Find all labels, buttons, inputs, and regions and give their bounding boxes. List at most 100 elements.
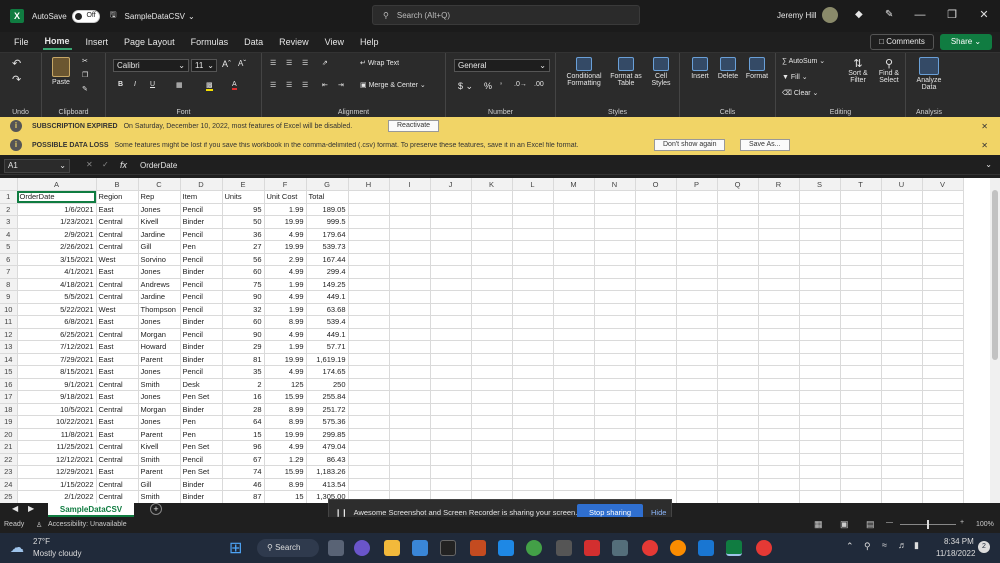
cell[interactable]: 4/1/2021 [17,265,97,279]
cell[interactable]: Central [96,290,139,304]
wifi-icon[interactable]: ≈ [882,540,887,550]
cell[interactable]: 999.5 [306,215,349,229]
cell[interactable] [430,228,472,241]
cell[interactable] [840,490,882,503]
cell[interactable]: East [96,428,139,441]
select-all-corner[interactable] [0,178,18,191]
cell[interactable] [717,203,759,216]
cell[interactable]: East [96,353,139,366]
cell[interactable] [799,428,841,441]
format-as-table-button[interactable]: Format as Table [608,57,644,87]
cell[interactable] [922,478,964,491]
cell[interactable]: 449.1 [306,290,349,304]
cell[interactable] [676,428,718,441]
chrome-profile-icon[interactable] [756,540,772,556]
cell[interactable]: 60 [222,265,265,279]
scrollbar-thumb[interactable] [992,190,998,360]
cell[interactable]: Pencil [180,278,223,291]
cell[interactable]: 179.64 [306,228,349,241]
cell[interactable]: 75 [222,278,265,291]
cell[interactable] [676,465,718,479]
cell[interactable]: 28 [222,403,265,416]
chat-icon[interactable] [354,540,370,556]
cell[interactable]: Binder [180,215,223,229]
cell[interactable] [922,490,964,503]
cell[interactable] [512,340,554,354]
cell[interactable]: Central [96,478,139,491]
cell[interactable] [881,290,923,304]
cell[interactable]: 8.99 [264,478,307,491]
cell[interactable] [635,240,677,254]
cell[interactable] [881,428,923,441]
cell[interactable]: Howard [138,340,181,354]
cell[interactable]: Binder [180,353,223,366]
cell[interactable]: 8/15/2021 [17,365,97,379]
column-header-r[interactable]: R [758,178,800,191]
cell[interactable] [512,378,554,391]
share-button[interactable]: Share ⌄ [940,34,992,50]
cell[interactable]: Kivell [138,440,181,454]
cell[interactable] [594,353,636,366]
percent-icon[interactable]: % [484,81,492,91]
cell[interactable] [840,415,882,429]
cell[interactable] [922,403,964,416]
cell[interactable] [881,440,923,454]
cell[interactable]: 1,183.26 [306,465,349,479]
cell[interactable]: Central [96,328,139,341]
cell[interactable] [512,428,554,441]
cell[interactable] [840,440,882,454]
hide-banner-link[interactable]: Hide [651,508,666,517]
tray-chevron-icon[interactable]: ⌃ [846,541,854,552]
cell[interactable]: 2.99 [264,253,307,266]
cell[interactable] [512,478,554,491]
cell[interactable] [348,278,390,291]
cell[interactable]: 255.84 [306,390,349,404]
cell[interactable] [799,303,841,316]
autosum-button[interactable]: ∑ AutoSum ⌄ [782,57,825,65]
delete-cells-button[interactable]: Delete [714,57,742,80]
cell[interactable]: Thompson [138,303,181,316]
cell[interactable] [758,328,800,341]
cell[interactable] [594,278,636,291]
cell[interactable]: 539.4 [306,315,349,329]
cell[interactable] [553,265,595,279]
cell[interactable] [348,415,390,429]
cell[interactable] [348,290,390,304]
cell[interactable] [430,315,472,329]
cell[interactable] [389,365,431,379]
cell[interactable] [430,390,472,404]
cell[interactable] [471,403,513,416]
cell[interactable] [717,378,759,391]
cell[interactable] [471,415,513,429]
cell[interactable] [430,453,472,466]
cell[interactable] [512,190,554,204]
cell[interactable] [348,328,390,341]
cell[interactable] [758,390,800,404]
cell[interactable] [922,303,964,316]
cell[interactable]: OrderDate [17,190,97,204]
cell[interactable] [676,265,718,279]
cell[interactable] [717,228,759,241]
cell[interactable] [881,490,923,503]
font-name-select[interactable]: Calibri ⌄ [113,59,189,72]
taskbar-search[interactable]: ⚲ Search [257,539,319,557]
format-cells-button[interactable]: Format [742,57,772,80]
cell[interactable]: 96 [222,440,265,454]
cell[interactable]: 4.99 [264,365,307,379]
cell[interactable] [348,365,390,379]
cell[interactable] [430,353,472,366]
cell[interactable] [553,390,595,404]
cell[interactable] [512,365,554,379]
cell[interactable] [758,490,800,503]
cell[interactable] [635,353,677,366]
cell[interactable] [553,440,595,454]
cell[interactable] [512,353,554,366]
cell[interactable] [635,403,677,416]
cell[interactable] [348,478,390,491]
cell[interactable] [512,390,554,404]
cell[interactable] [840,478,882,491]
cell[interactable] [922,315,964,329]
cell[interactable] [676,390,718,404]
cell[interactable]: East [96,415,139,429]
cell[interactable] [594,190,636,204]
